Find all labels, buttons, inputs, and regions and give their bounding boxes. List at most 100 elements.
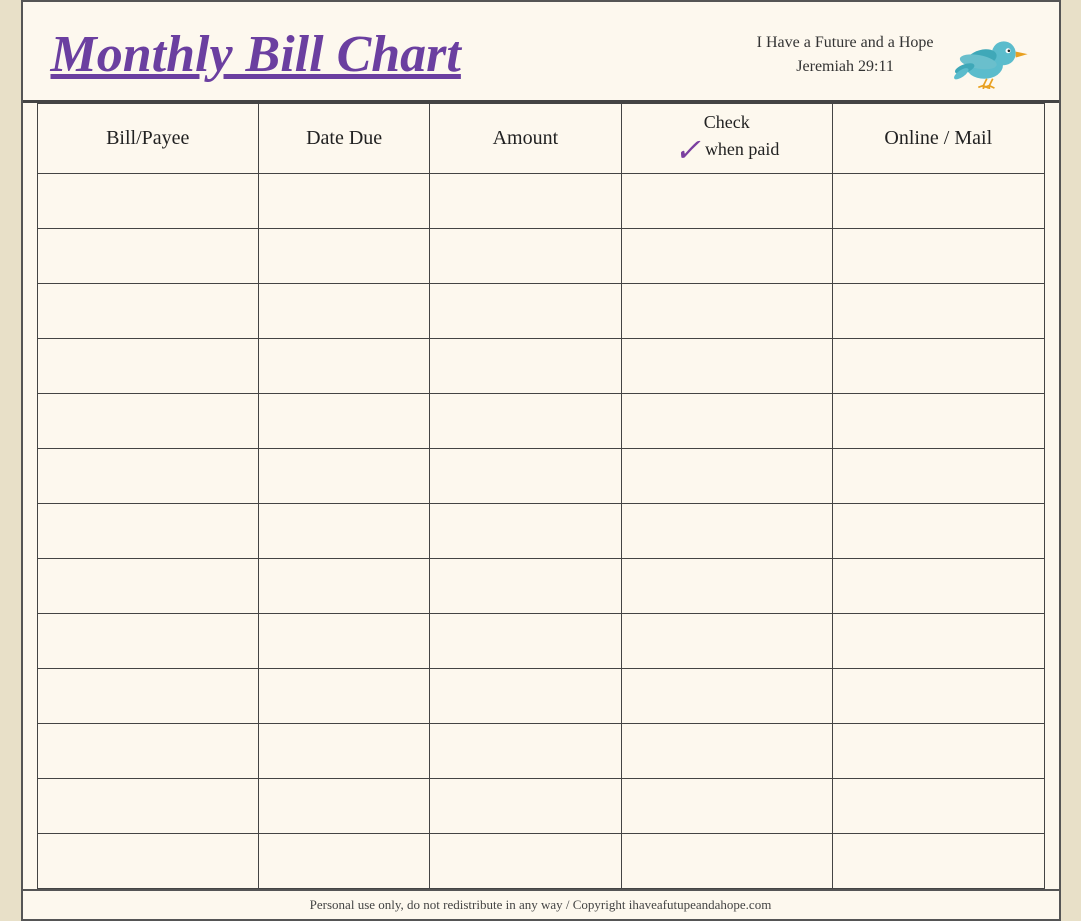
cell-row11-col3 [621, 779, 832, 834]
cell-row4-col1 [259, 394, 430, 449]
cell-row2-col1 [259, 284, 430, 339]
cell-row0-col0 [37, 174, 259, 229]
table-row [37, 229, 1044, 284]
cell-row12-col0 [37, 834, 259, 889]
cell-row9-col0 [37, 669, 259, 724]
cell-row0-col4 [833, 174, 1044, 229]
table-row [37, 779, 1044, 834]
col-header-bill: Bill/Payee [37, 104, 259, 174]
cell-row11-col0 [37, 779, 259, 834]
cell-row4-col4 [833, 394, 1044, 449]
cell-row10-col3 [621, 724, 832, 779]
cell-row6-col3 [621, 504, 832, 559]
cell-row9-col1 [259, 669, 430, 724]
page-title: Monthly Bill Chart [51, 29, 461, 81]
table-row [37, 174, 1044, 229]
page: Monthly Bill Chart I Have a Future and a… [21, 0, 1061, 921]
cell-row11-col4 [833, 779, 1044, 834]
table-row [37, 669, 1044, 724]
cell-row3-col3 [621, 339, 832, 394]
cell-row12-col3 [621, 834, 832, 889]
cell-row1-col4 [833, 229, 1044, 284]
cell-row9-col3 [621, 669, 832, 724]
cell-row5-col3 [621, 449, 832, 504]
table-header-row: Bill/Payee Date Due Amount Check ✓ when … [37, 104, 1044, 174]
cell-row2-col3 [621, 284, 832, 339]
header-right: I Have a Future and a Hope Jeremiah 29:1… [757, 20, 1031, 90]
cell-row9-col2 [430, 669, 621, 724]
cell-row10-col0 [37, 724, 259, 779]
bill-table: Bill/Payee Date Due Amount Check ✓ when … [37, 103, 1045, 889]
cell-row5-col1 [259, 449, 430, 504]
cell-row4-col3 [621, 394, 832, 449]
cell-row10-col2 [430, 724, 621, 779]
cell-row12-col2 [430, 834, 621, 889]
tagline-line2: Jeremiah 29:11 [757, 55, 934, 79]
cell-row1-col2 [430, 229, 621, 284]
cell-row0-col2 [430, 174, 621, 229]
cell-row9-col4 [833, 669, 1044, 724]
cell-row11-col1 [259, 779, 430, 834]
checkmark-icon: ✓ [674, 134, 701, 166]
table-row [37, 504, 1044, 559]
cell-row2-col4 [833, 284, 1044, 339]
cell-row6-col0 [37, 504, 259, 559]
cell-row10-col1 [259, 724, 430, 779]
check-label-top: Check [704, 111, 750, 134]
table-row [37, 834, 1044, 889]
cell-row7-col2 [430, 559, 621, 614]
cell-row5-col2 [430, 449, 621, 504]
cell-row10-col4 [833, 724, 1044, 779]
col-header-date: Date Due [259, 104, 430, 174]
header: Monthly Bill Chart I Have a Future and a… [23, 2, 1059, 103]
check-label-bottom: when paid [705, 138, 779, 161]
cell-row6-col1 [259, 504, 430, 559]
cell-row8-col0 [37, 614, 259, 669]
table-row [37, 339, 1044, 394]
table-row [37, 449, 1044, 504]
cell-row8-col3 [621, 614, 832, 669]
cell-row3-col4 [833, 339, 1044, 394]
bird-icon [946, 20, 1031, 90]
table-row [37, 614, 1044, 669]
cell-row0-col1 [259, 174, 430, 229]
cell-row1-col3 [621, 229, 832, 284]
cell-row3-col2 [430, 339, 621, 394]
cell-row8-col2 [430, 614, 621, 669]
cell-row2-col2 [430, 284, 621, 339]
tagline-line1: I Have a Future and a Hope [757, 31, 934, 55]
check-header-content: Check ✓ when paid [628, 111, 826, 166]
col-header-check: Check ✓ when paid [621, 104, 832, 174]
cell-row4-col0 [37, 394, 259, 449]
cell-row1-col0 [37, 229, 259, 284]
cell-row4-col2 [430, 394, 621, 449]
table-row [37, 284, 1044, 339]
cell-row5-col4 [833, 449, 1044, 504]
footer-text: Personal use only, do not redistribute i… [310, 897, 772, 912]
cell-row3-col0 [37, 339, 259, 394]
col-header-amount: Amount [430, 104, 621, 174]
table-row [37, 724, 1044, 779]
cell-row7-col3 [621, 559, 832, 614]
cell-row12-col1 [259, 834, 430, 889]
cell-row7-col4 [833, 559, 1044, 614]
cell-row6-col2 [430, 504, 621, 559]
cell-row2-col0 [37, 284, 259, 339]
footer: Personal use only, do not redistribute i… [23, 889, 1059, 919]
cell-row6-col4 [833, 504, 1044, 559]
table-wrapper: Bill/Payee Date Due Amount Check ✓ when … [23, 103, 1059, 889]
cell-row1-col1 [259, 229, 430, 284]
cell-row5-col0 [37, 449, 259, 504]
header-tagline: I Have a Future and a Hope Jeremiah 29:1… [757, 31, 934, 79]
cell-row3-col1 [259, 339, 430, 394]
cell-row12-col4 [833, 834, 1044, 889]
col-header-online: Online / Mail [833, 104, 1044, 174]
cell-row11-col2 [430, 779, 621, 834]
cell-row8-col4 [833, 614, 1044, 669]
cell-row7-col0 [37, 559, 259, 614]
cell-row8-col1 [259, 614, 430, 669]
cell-row0-col3 [621, 174, 832, 229]
table-row [37, 394, 1044, 449]
cell-row7-col1 [259, 559, 430, 614]
table-row [37, 559, 1044, 614]
